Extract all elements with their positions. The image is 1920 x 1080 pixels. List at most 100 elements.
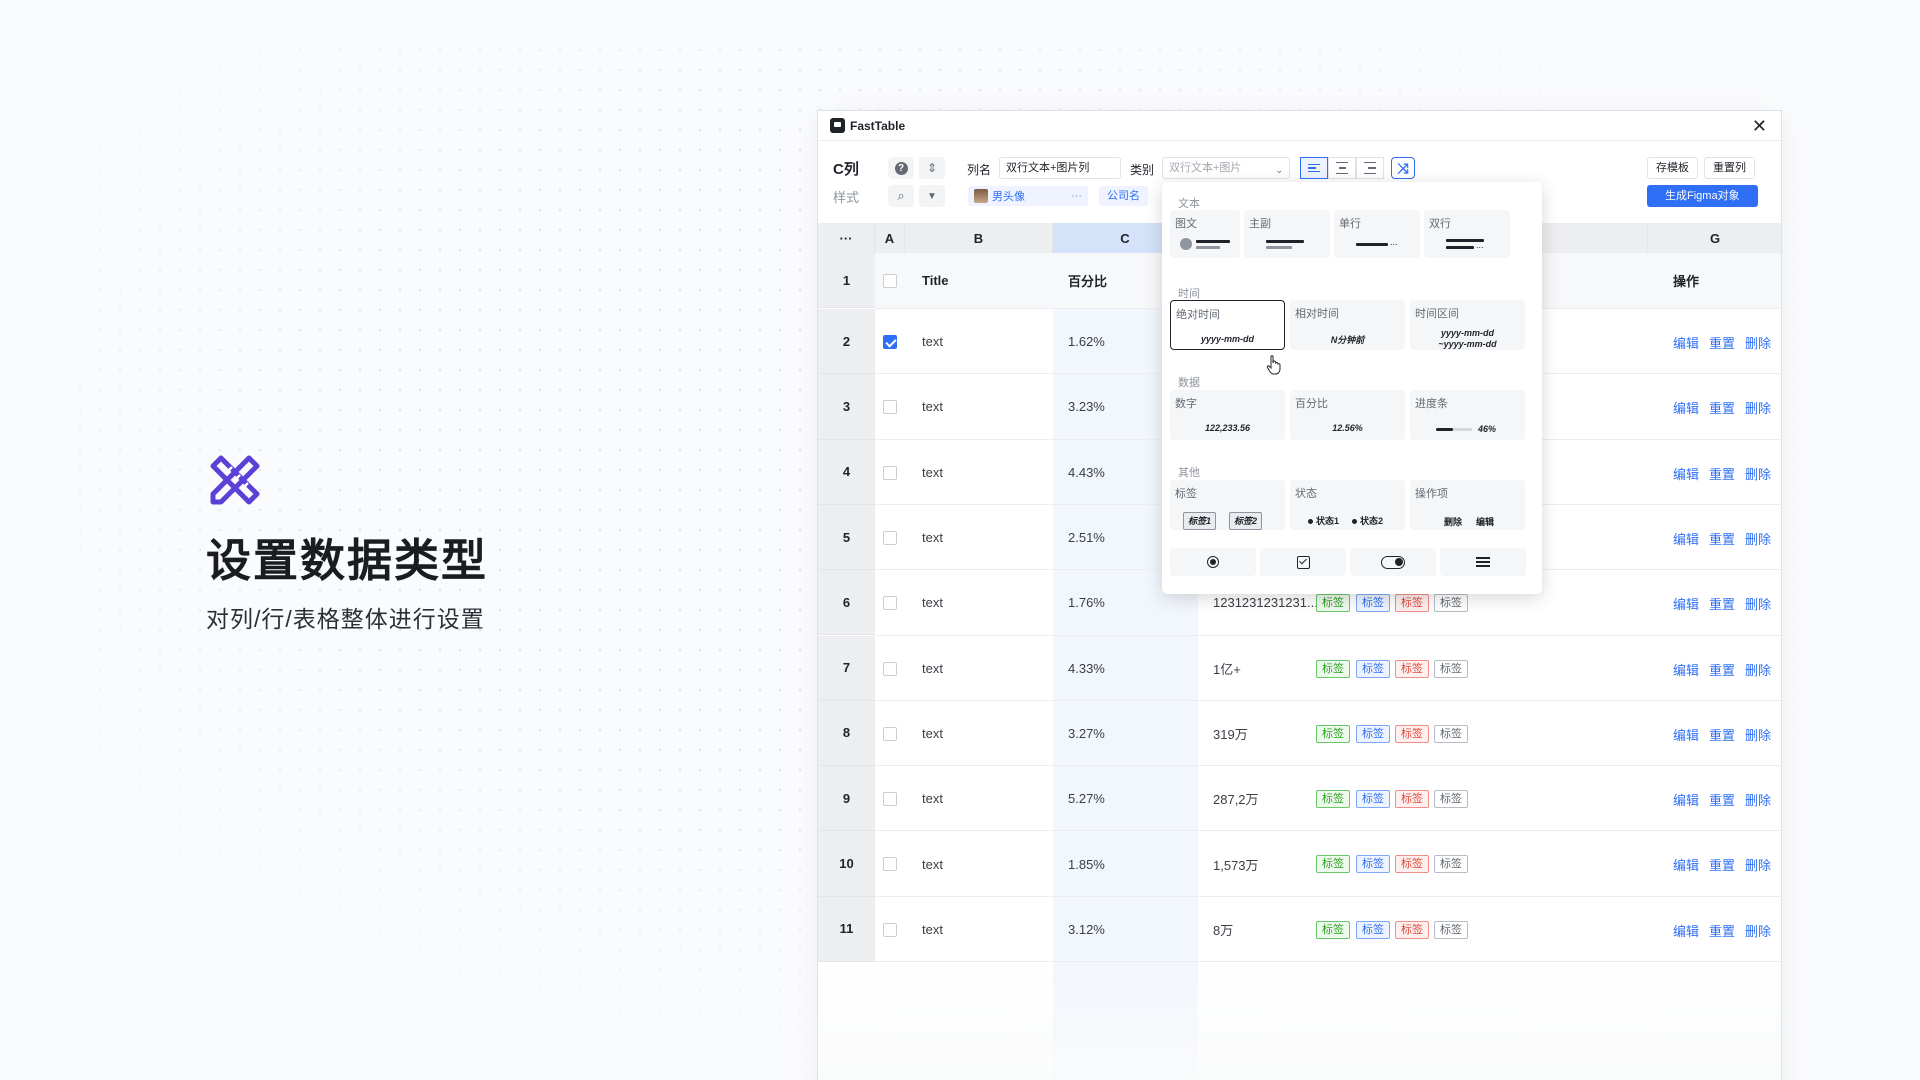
control-checkbox-button[interactable] [1260, 548, 1346, 576]
edit-link[interactable]: 编辑 [1673, 594, 1699, 613]
edit-link[interactable]: 编辑 [1673, 921, 1699, 940]
edit-link[interactable]: 编辑 [1673, 464, 1699, 483]
type-select[interactable]: 双行文本+图片 ⌄ [1162, 157, 1290, 179]
reset-link[interactable]: 重置 [1709, 660, 1735, 679]
row-number[interactable]: 7 [818, 635, 875, 701]
sample-tag: 标签2 [1229, 512, 1263, 530]
control-menu-button[interactable] [1440, 548, 1526, 576]
avatar-chip[interactable]: 男头像 ··· [968, 186, 1088, 206]
delete-link[interactable]: 删除 [1745, 921, 1771, 940]
edit-link[interactable]: 编辑 [1673, 725, 1699, 744]
col-header-a[interactable]: A [875, 223, 905, 253]
row-checkbox[interactable] [883, 857, 897, 872]
delete-link[interactable]: 删除 [1745, 529, 1771, 548]
row-checkbox[interactable] [883, 792, 897, 807]
reset-link[interactable]: 重置 [1709, 594, 1735, 613]
grid-corner[interactable]: ··· [818, 223, 875, 253]
type-card-action[interactable]: 操作项 删除 编辑 [1410, 480, 1525, 530]
reset-link[interactable]: 重置 [1709, 921, 1735, 940]
close-icon[interactable]: ✕ [1752, 116, 1767, 137]
type-card-time-range[interactable]: 时间区间 yyyy-mm-dd ~yyyy-mm-dd [1410, 300, 1525, 350]
status-tag: 标签 [1356, 920, 1390, 939]
edit-link[interactable]: 编辑 [1673, 529, 1699, 548]
reset-link[interactable]: 重置 [1709, 725, 1735, 744]
type-card-double-line[interactable]: 双行 ... [1424, 210, 1510, 258]
row-checkbox[interactable] [883, 661, 897, 676]
type-card-image-text[interactable]: 图文 [1170, 210, 1240, 258]
type-card-label: 双行 [1429, 218, 1451, 230]
help-button[interactable]: ? [888, 157, 914, 179]
type-card-relative-time[interactable]: 相对时间 N分钟前 [1290, 300, 1405, 350]
sort-button[interactable]: ⇕ [919, 157, 945, 179]
edit-link[interactable]: 编辑 [1673, 333, 1699, 352]
reset-link[interactable]: 重置 [1709, 333, 1735, 352]
edit-link[interactable]: 编辑 [1673, 398, 1699, 417]
status-tag: 标签 [1356, 724, 1390, 743]
row-number[interactable]: 1 [818, 253, 875, 308]
row-number[interactable]: 5 [818, 504, 875, 571]
save-template-button[interactable]: 存模板 [1647, 157, 1698, 179]
align-center-button[interactable] [1328, 157, 1356, 179]
row-number[interactable]: 6 [818, 570, 875, 636]
column-name-input[interactable]: 双行文本+图片列 [999, 157, 1121, 179]
row-checkbox[interactable] [883, 726, 897, 741]
delete-link[interactable]: 删除 [1745, 398, 1771, 417]
type-card-sample: yyyy-mm-dd [1440, 328, 1494, 338]
row-checkbox[interactable] [883, 465, 897, 480]
delete-link[interactable]: 删除 [1745, 855, 1771, 874]
align-right-button[interactable] [1356, 157, 1384, 179]
col-header-b[interactable]: B [905, 223, 1053, 253]
delete-link[interactable]: 删除 [1745, 725, 1771, 744]
delete-link[interactable]: 删除 [1745, 594, 1771, 613]
row-number[interactable]: 4 [818, 439, 875, 505]
reset-link[interactable]: 重置 [1709, 855, 1735, 874]
delete-link[interactable]: 删除 [1745, 790, 1771, 809]
delete-link[interactable]: 删除 [1745, 333, 1771, 352]
cell-title: text [922, 791, 943, 807]
shuffle-button[interactable]: ⤨ [1391, 157, 1415, 179]
type-card-tag[interactable]: 标签 标签1 标签2 [1170, 480, 1285, 530]
row-checkbox[interactable] [883, 530, 897, 545]
row-number[interactable]: 9 [818, 766, 875, 832]
select-all-checkbox[interactable] [883, 274, 897, 288]
type-card-label: 主副 [1249, 218, 1271, 230]
type-card-main-sub[interactable]: 主副 [1244, 210, 1330, 258]
filter-button[interactable]: ▼ [919, 185, 945, 207]
type-card-number[interactable]: 数字 122,233.56 [1170, 390, 1285, 440]
reset-link[interactable]: 重置 [1709, 790, 1735, 809]
type-card-single-line[interactable]: 单行 ... [1334, 210, 1420, 258]
type-card-label: 操作项 [1415, 488, 1448, 500]
type-card-label: 图文 [1175, 218, 1197, 230]
edit-link[interactable]: 编辑 [1673, 855, 1699, 874]
edit-link[interactable]: 编辑 [1673, 790, 1699, 809]
control-switch-button[interactable] [1350, 548, 1436, 576]
reset-link[interactable]: 重置 [1709, 398, 1735, 417]
control-radio-button[interactable] [1170, 548, 1256, 576]
col-header-g[interactable]: G [1648, 223, 1781, 253]
row-number[interactable]: 3 [818, 374, 875, 440]
sort-icon: ⇕ [926, 161, 938, 175]
search-button[interactable]: ⌕ [888, 185, 914, 207]
edit-link[interactable]: 编辑 [1673, 660, 1699, 679]
reset-link[interactable]: 重置 [1709, 464, 1735, 483]
reset-link[interactable]: 重置 [1709, 529, 1735, 548]
company-chip[interactable]: 公司名 [1099, 186, 1148, 206]
row-checkbox[interactable] [883, 335, 897, 349]
delete-link[interactable]: 删除 [1745, 464, 1771, 483]
generate-figma-button[interactable]: 生成Figma对象 [1647, 185, 1758, 207]
type-card-status[interactable]: 状态 状态1 状态2 [1290, 480, 1405, 530]
row-number[interactable]: 2 [818, 309, 875, 375]
row-number[interactable]: 11 [818, 896, 875, 962]
row-number[interactable]: 10 [818, 831, 875, 897]
type-card-progress[interactable]: 进度条 46% [1410, 390, 1525, 440]
type-card-percentage[interactable]: 百分比 12.56% [1290, 390, 1405, 440]
row-checkbox[interactable] [883, 596, 897, 611]
align-left-button[interactable] [1300, 157, 1328, 179]
row-checkbox[interactable] [883, 922, 897, 937]
status-tag: 标签 [1316, 659, 1350, 678]
row-number[interactable]: 8 [818, 700, 875, 767]
row-checkbox[interactable] [883, 400, 897, 415]
type-card-absolute-time[interactable]: 绝对时间 yyyy-mm-dd [1170, 300, 1285, 350]
reset-column-button[interactable]: 重置列 [1704, 157, 1755, 179]
delete-link[interactable]: 删除 [1745, 660, 1771, 679]
